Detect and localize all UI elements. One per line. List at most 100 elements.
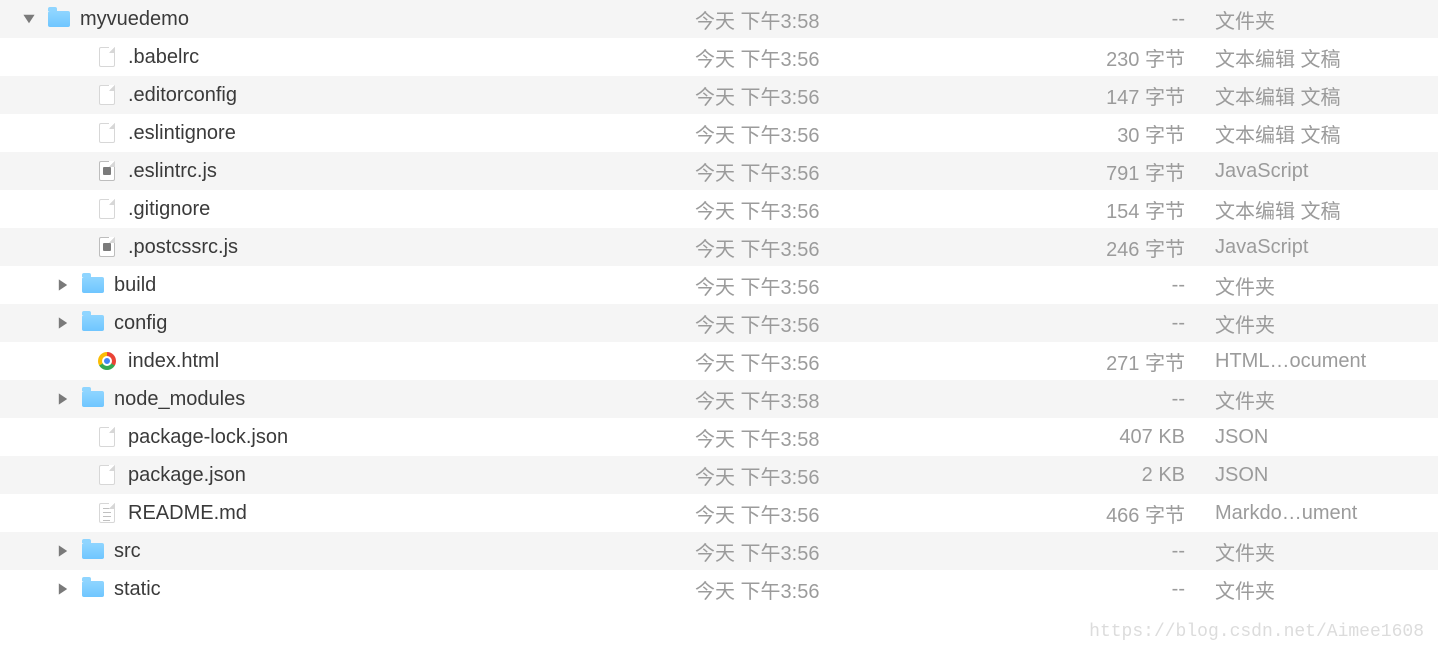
date-modified: 今天 下午3:56 — [695, 461, 935, 490]
file-name: static — [114, 578, 161, 601]
file-icon — [96, 84, 118, 106]
file-name: myvuedemo — [80, 8, 189, 31]
date-modified: 今天 下午3:56 — [695, 537, 935, 566]
file-row[interactable]: .babelrc 今天 下午3:56230 字节文本编辑 文稿 — [0, 38, 1438, 76]
file-kind: JSON — [1215, 426, 1438, 449]
folder-icon — [82, 540, 104, 562]
file-row[interactable]: README.md 今天 下午3:56466 字节Markdo…ument — [0, 494, 1438, 532]
file-row[interactable]: .gitignore今天 下午3:56154 字节文本编辑 文稿 — [0, 190, 1438, 228]
chrome-icon — [96, 350, 118, 372]
file-size: -- — [935, 8, 1215, 31]
file-kind: 文件夹 — [1215, 271, 1438, 300]
folder-icon — [48, 8, 70, 30]
folder-icon — [82, 274, 104, 296]
file-size: -- — [935, 388, 1215, 411]
disclosure-arrow-icon[interactable] — [56, 582, 70, 596]
file-name: .postcssrc.js — [128, 236, 238, 259]
file-row[interactable]: .editorconfig 今天 下午3:56147 字节文本编辑 文稿 — [0, 76, 1438, 114]
date-modified: 今天 下午3:56 — [695, 271, 935, 300]
file-size: -- — [935, 540, 1215, 563]
file-kind: JSON — [1215, 464, 1438, 487]
disclosure-arrow-icon[interactable] — [56, 316, 70, 330]
file-kind: Markdo…ument — [1215, 502, 1438, 525]
file-kind: 文本编辑 文稿 — [1215, 81, 1438, 110]
file-row[interactable]: config今天 下午3:56--文件夹 — [0, 304, 1438, 342]
file-size: 466 字节 — [935, 499, 1215, 528]
js-icon — [96, 160, 118, 182]
file-icon — [96, 464, 118, 486]
file-kind: HTML…ocument — [1215, 350, 1438, 373]
file-icon — [96, 426, 118, 448]
disclosure-arrow-icon[interactable] — [22, 12, 36, 26]
file-row[interactable]: src今天 下午3:56--文件夹 — [0, 532, 1438, 570]
disclosure-arrow-icon[interactable] — [56, 278, 70, 292]
file-size: 154 字节 — [935, 195, 1215, 224]
file-name: node_modules — [114, 388, 245, 411]
disclosure-arrow-icon[interactable] — [56, 392, 70, 406]
folder-icon — [82, 312, 104, 334]
file-kind: 文本编辑 文稿 — [1215, 195, 1438, 224]
file-kind: 文件夹 — [1215, 5, 1438, 34]
file-row[interactable]: myvuedemo 今天 下午3:58--文件夹 — [0, 0, 1438, 38]
date-modified: 今天 下午3:58 — [695, 385, 935, 414]
file-size: -- — [935, 578, 1215, 601]
file-name: .eslintignore — [128, 122, 236, 145]
file-name: README.md — [128, 502, 247, 525]
file-size: 791 字节 — [935, 157, 1215, 186]
file-row[interactable]: .postcssrc.js 今天 下午3:56246 字节JavaScript — [0, 228, 1438, 266]
file-size: 30 字节 — [935, 119, 1215, 148]
date-modified: 今天 下午3:56 — [695, 195, 935, 224]
file-size: 246 字节 — [935, 233, 1215, 262]
file-kind: JavaScript — [1215, 236, 1438, 259]
date-modified: 今天 下午3:56 — [695, 233, 935, 262]
file-row[interactable]: build今天 下午3:56--文件夹 — [0, 266, 1438, 304]
file-kind: 文件夹 — [1215, 537, 1438, 566]
folder-icon — [82, 388, 104, 410]
file-row[interactable]: index.html 今天 下午3:56271 字节HTML…ocument — [0, 342, 1438, 380]
file-name: .editorconfig — [128, 84, 237, 107]
file-row[interactable]: package-lock.json 今天 下午3:58407 KBJSON — [0, 418, 1438, 456]
file-name: package-lock.json — [128, 426, 288, 449]
file-name: config — [114, 312, 167, 335]
date-modified: 今天 下午3:56 — [695, 499, 935, 528]
file-size: 271 字节 — [935, 347, 1215, 376]
date-modified: 今天 下午3:56 — [695, 157, 935, 186]
file-name: build — [114, 274, 156, 297]
file-row[interactable]: package.json 今天 下午3:562 KBJSON — [0, 456, 1438, 494]
file-size: 407 KB — [935, 426, 1215, 449]
file-icon — [96, 46, 118, 68]
date-modified: 今天 下午3:56 — [695, 43, 935, 72]
folder-icon — [82, 578, 104, 600]
file-kind: JavaScript — [1215, 160, 1438, 183]
disclosure-arrow-icon[interactable] — [56, 544, 70, 558]
file-row[interactable]: static 今天 下午3:56--文件夹 — [0, 570, 1438, 608]
file-name: .eslintrc.js — [128, 160, 217, 183]
file-size: 147 字节 — [935, 81, 1215, 110]
watermark-text: https://blog.csdn.net/Aimee1608 — [1089, 622, 1424, 642]
file-size: 2 KB — [935, 464, 1215, 487]
file-kind: 文件夹 — [1215, 575, 1438, 604]
date-modified: 今天 下午3:56 — [695, 119, 935, 148]
file-icon — [96, 198, 118, 220]
file-icon — [96, 122, 118, 144]
file-name: .babelrc — [128, 46, 199, 69]
md-icon — [96, 502, 118, 524]
date-modified: 今天 下午3:56 — [695, 81, 935, 110]
file-row[interactable]: node_modules 今天 下午3:58--文件夹 — [0, 380, 1438, 418]
file-kind: 文件夹 — [1215, 385, 1438, 414]
file-list: myvuedemo今天 下午3:58--文件夹.babelrc今天 下午3:56… — [0, 0, 1438, 608]
file-size: -- — [935, 312, 1215, 335]
js-icon — [96, 236, 118, 258]
date-modified: 今天 下午3:56 — [695, 347, 935, 376]
date-modified: 今天 下午3:58 — [695, 423, 935, 452]
file-kind: 文本编辑 文稿 — [1215, 119, 1438, 148]
file-name: package.json — [128, 464, 246, 487]
date-modified: 今天 下午3:56 — [695, 575, 935, 604]
file-row[interactable]: .eslintrc.js 今天 下午3:56791 字节JavaScript — [0, 152, 1438, 190]
file-size: 230 字节 — [935, 43, 1215, 72]
date-modified: 今天 下午3:56 — [695, 309, 935, 338]
file-name: index.html — [128, 350, 219, 373]
file-row[interactable]: .eslintignore 今天 下午3:5630 字节文本编辑 文稿 — [0, 114, 1438, 152]
file-kind: 文本编辑 文稿 — [1215, 43, 1438, 72]
date-modified: 今天 下午3:58 — [695, 5, 935, 34]
